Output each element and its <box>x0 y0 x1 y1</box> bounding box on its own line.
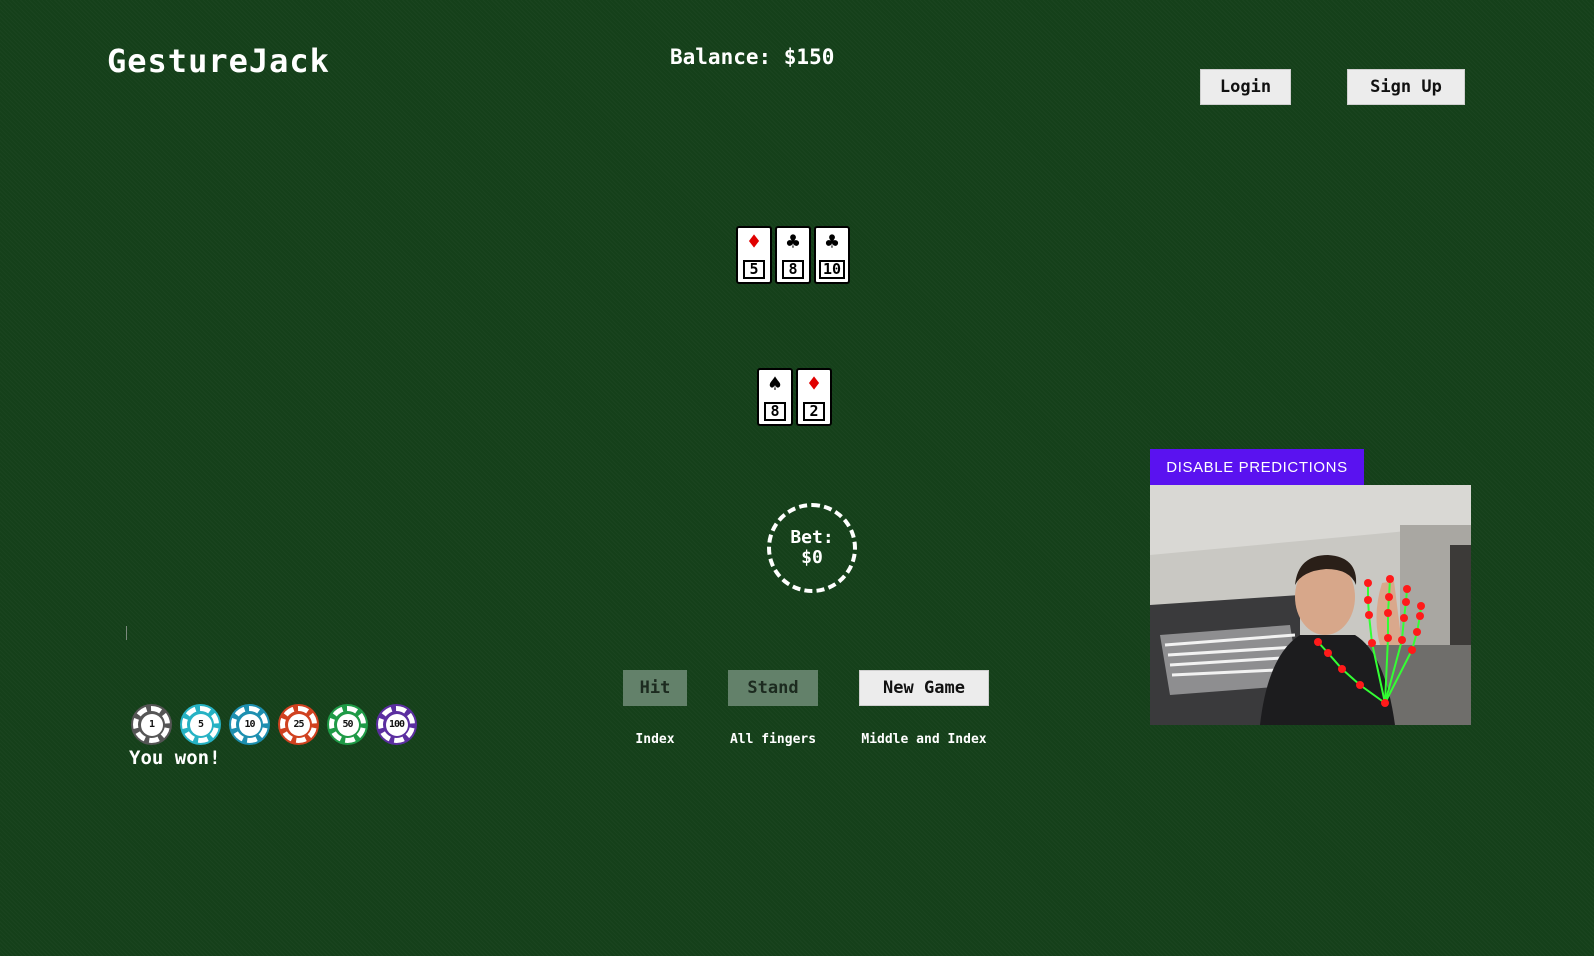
chip-value: 1 <box>140 713 163 736</box>
bet-circle[interactable]: Bet: $0 <box>767 503 857 593</box>
player-hand: ♠ 8 ♦ 2 <box>757 368 832 426</box>
diamond-icon: ♦ <box>807 372 821 397</box>
card-rank: 8 <box>764 402 786 421</box>
app-title: GestureJack <box>107 42 330 80</box>
bet-amount: $0 <box>801 547 823 568</box>
bet-label: Bet: <box>790 527 834 548</box>
hit-button[interactable]: Hit <box>623 670 687 706</box>
dealer-card: ♣ 8 <box>775 226 811 284</box>
card-rank: 2 <box>803 402 825 421</box>
webcam-image <box>1150 485 1471 725</box>
chip-100[interactable]: 100 <box>378 706 415 743</box>
stand-button[interactable]: Stand <box>728 670 818 706</box>
webcam-feed <box>1150 485 1471 725</box>
dealer-card: ♣ 10 <box>814 226 850 284</box>
new-game-button[interactable]: New Game <box>859 670 989 706</box>
club-icon: ♣ <box>786 230 800 255</box>
card-rank: 10 <box>818 260 846 279</box>
disable-predictions-button[interactable]: DISABLE PREDICTIONS <box>1150 449 1364 485</box>
dealer-card: ♦ 5 <box>736 226 772 284</box>
signup-button[interactable]: Sign Up <box>1347 69 1465 105</box>
new-game-gesture-hint: Middle and Index <box>861 732 987 747</box>
login-button[interactable]: Login <box>1200 69 1291 105</box>
player-card: ♦ 2 <box>796 368 832 426</box>
hit-gesture-hint: Index <box>635 732 675 747</box>
dealer-hand: ♦ 5 ♣ 8 ♣ 10 <box>736 226 850 284</box>
balance-display: Balance: $150 <box>670 45 835 69</box>
diamond-icon: ♦ <box>747 230 761 255</box>
chip-10[interactable]: 10 <box>231 706 268 743</box>
player-card: ♠ 8 <box>757 368 793 426</box>
text-cursor <box>126 626 127 640</box>
club-icon: ♣ <box>825 230 839 255</box>
chip-value: 100 <box>385 713 408 736</box>
chip-5[interactable]: 5 <box>182 706 219 743</box>
card-rank: 5 <box>743 260 765 279</box>
spade-icon: ♠ <box>768 372 782 397</box>
game-status: You won! <box>129 747 221 769</box>
chip-rack: 1 5 10 25 50 100 <box>133 706 415 743</box>
stand-gesture-hint: All fingers <box>729 732 817 747</box>
chip-1[interactable]: 1 <box>133 706 170 743</box>
chip-value: 50 <box>336 713 359 736</box>
chip-50[interactable]: 50 <box>329 706 366 743</box>
chip-value: 5 <box>189 713 212 736</box>
chip-value: 10 <box>238 713 261 736</box>
card-rank: 8 <box>782 260 804 279</box>
chip-25[interactable]: 25 <box>280 706 317 743</box>
chip-value: 25 <box>287 713 310 736</box>
